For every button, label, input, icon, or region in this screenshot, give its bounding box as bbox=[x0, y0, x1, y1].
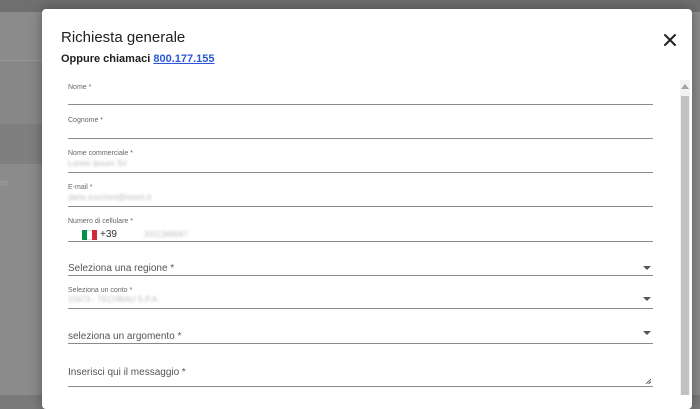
message-label: Inserisci qui il messaggio * bbox=[68, 367, 186, 378]
region-select-label: Seleziona una regione * bbox=[68, 263, 175, 274]
last-name-field[interactable]: Cognome * bbox=[68, 117, 653, 139]
first-name-field[interactable]: Nome * bbox=[68, 84, 653, 105]
mobile-number-label: Numero di cellulare * bbox=[68, 218, 133, 225]
last-name-label: Cognome * bbox=[68, 117, 104, 124]
close-icon bbox=[664, 34, 676, 46]
general-request-dialog: Richiesta generale Oppure chiamaci 800.1… bbox=[42, 9, 692, 409]
scrollbar-thumb[interactable] bbox=[681, 96, 689, 395]
business-name-label: Nome commerciale * bbox=[68, 150, 133, 157]
resize-handle-icon[interactable] bbox=[645, 378, 651, 384]
close-button[interactable] bbox=[662, 32, 678, 48]
business-name-value: Lorem Ipsum Srl bbox=[68, 159, 127, 168]
background-text: nt bbox=[0, 178, 8, 188]
background-panel bbox=[0, 60, 44, 125]
account-select-value: 15673 - TECHBAU S.P.A. bbox=[68, 295, 160, 304]
account-select-label: Seleziona un conto * bbox=[68, 287, 133, 294]
chevron-down-icon bbox=[643, 331, 651, 335]
region-select[interactable]: Seleziona una regione * bbox=[68, 259, 653, 276]
first-name-label: Nome * bbox=[68, 84, 92, 91]
country-code: +39 bbox=[100, 229, 117, 240]
call-us-text: Oppure chiamaci bbox=[61, 53, 151, 65]
mobile-number-value: 3311349567 bbox=[144, 230, 188, 239]
message-textarea[interactable]: Inserisci qui il messaggio * bbox=[68, 364, 653, 387]
topic-select[interactable]: seleziona un argomento * bbox=[68, 327, 653, 344]
background-panel bbox=[0, 124, 44, 164]
call-us-line: Oppure chiamaci 800.177.155 bbox=[61, 53, 215, 65]
topic-select-label: seleziona un argomento * bbox=[68, 331, 182, 342]
chevron-down-icon bbox=[643, 297, 651, 301]
chevron-down-icon bbox=[643, 266, 651, 270]
email-value: dario.zucchini@lorem.it bbox=[68, 193, 152, 202]
email-field[interactable]: E-mail * dario.zucchini@lorem.it bbox=[68, 184, 653, 207]
mobile-number-field[interactable]: Numero di cellulare * +39 3311349567 bbox=[68, 218, 653, 242]
account-select[interactable]: Seleziona un conto * 15673 - TECHBAU S.P… bbox=[68, 287, 653, 309]
dialog-title: Richiesta generale bbox=[61, 29, 186, 46]
phone-link[interactable]: 800.177.155 bbox=[153, 53, 214, 65]
italy-flag-icon[interactable] bbox=[82, 230, 97, 240]
email-label: E-mail * bbox=[68, 184, 93, 191]
business-name-field[interactable]: Nome commerciale * Lorem Ipsum Srl bbox=[68, 150, 653, 173]
scroll-up-arrow-icon[interactable] bbox=[681, 84, 689, 89]
